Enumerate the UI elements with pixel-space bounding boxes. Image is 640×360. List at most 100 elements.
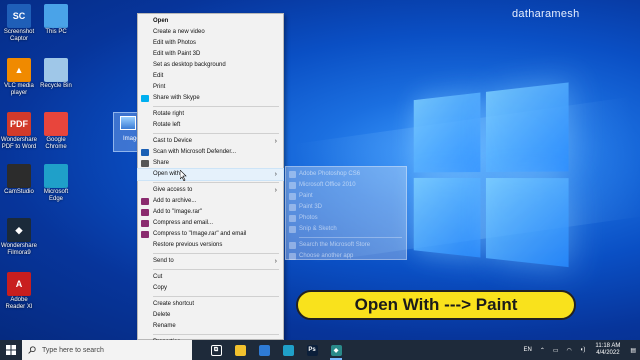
taskbar-button-edge-taskbar[interactable] xyxy=(276,340,300,360)
desktop-icon-label: Wondershare PDF to Word xyxy=(1,137,37,150)
chevron-right-icon: › xyxy=(274,258,277,265)
menu-separator xyxy=(153,133,279,134)
menu-item-open[interactable]: Open xyxy=(138,16,283,27)
menu-separator xyxy=(153,182,279,183)
menu-item-add-to-archive[interactable]: Add to archive... xyxy=(138,196,283,207)
desktop-icon-label: This PC xyxy=(45,29,67,35)
menu-item-print[interactable]: Print xyxy=(138,82,283,93)
screenshot-captor-icon: SC xyxy=(7,4,31,28)
adobe-reader-icon: A xyxy=(7,272,31,296)
winrar-icon xyxy=(141,209,149,216)
menu-item-restore-previous-versions[interactable]: Restore previous versions xyxy=(138,240,283,251)
menu-item-copy[interactable]: Copy xyxy=(138,283,283,294)
app-icon xyxy=(289,204,296,211)
taskbar-button-store[interactable] xyxy=(252,340,276,360)
menu-item-label: Scan with Microsoft Defender... xyxy=(153,149,237,155)
taskbar-button-filmora-taskbar[interactable]: ◆ xyxy=(324,340,348,360)
wifi-icon[interactable]: ◠ xyxy=(567,347,572,354)
submenu-item-microsoft-office-2010[interactable]: Microsoft Office 2010 xyxy=(286,180,406,191)
menu-item-scan-with-microsoft-defender[interactable]: Scan with Microsoft Defender... xyxy=(138,147,283,158)
submenu-item-label: Choose another app xyxy=(299,253,354,259)
submenu-item-adobe-photoshop-cs6[interactable]: Adobe Photoshop CS6 xyxy=(286,169,406,180)
desktop-icon-filmora[interactable]: ◆ Wondershare Filmora9 xyxy=(0,218,38,257)
clock-date: 4/4/2022 xyxy=(596,350,620,356)
start-button[interactable] xyxy=(0,340,22,360)
menu-item-edit[interactable]: Edit xyxy=(138,71,283,82)
chevron-right-icon: › xyxy=(274,171,277,178)
store-icon xyxy=(258,344,270,356)
windows-start-icon xyxy=(6,345,16,355)
menu-item-share[interactable]: Share xyxy=(138,158,283,169)
menu-item-label: Set as desktop background xyxy=(153,62,226,68)
taskbar: Type here to search ⧉ Ps ◆ EN ⌃ ▭ ◠ ◖) 11:… xyxy=(0,340,640,360)
menu-item-rotate-left[interactable]: Rotate left xyxy=(138,120,283,131)
taskbar-clock[interactable]: 11:18 AM 4/4/2022 xyxy=(595,343,620,357)
menu-item-compress-to-image-rar-and-email[interactable]: Compress to "Image.rar" and email xyxy=(138,229,283,240)
menu-item-label: Cut xyxy=(153,274,163,280)
menu-item-compress-and-email[interactable]: Compress and email... xyxy=(138,218,283,229)
notifications-icon[interactable]: ▤ xyxy=(630,347,636,354)
submenu-item-paint-3d[interactable]: Paint 3D xyxy=(286,202,406,213)
desktop[interactable]: datharamesh SC Screenshot Captor This PC ▲ V… xyxy=(0,0,640,340)
open-with-paint-banner: Open With ---> Paint xyxy=(296,290,576,320)
menu-item-delete[interactable]: Delete xyxy=(138,310,283,321)
language-indicator[interactable]: EN xyxy=(524,347,532,353)
desktop-icon-screenshot-captor[interactable]: SC Screenshot Captor xyxy=(0,4,38,43)
menu-item-label: Create a new video xyxy=(153,29,205,35)
menu-item-label: Edit xyxy=(153,73,164,79)
taskbar-button-file-explorer[interactable] xyxy=(228,340,252,360)
menu-separator xyxy=(153,269,279,270)
menu-item-create-shortcut[interactable]: Create shortcut xyxy=(138,299,283,310)
skype-icon xyxy=(141,95,149,102)
menu-item-cast-to-device[interactable]: Cast to Device › xyxy=(138,136,283,147)
submenu-item-snip-sketch[interactable]: Snip & Sketch xyxy=(286,224,406,235)
winrar-icon xyxy=(141,220,149,227)
image-file-icon xyxy=(120,116,136,130)
file-explorer-icon xyxy=(234,344,246,356)
desktop-icon-adobe-reader[interactable]: A Adobe Reader XI xyxy=(0,272,38,311)
volume-icon[interactable]: ◖) xyxy=(580,347,586,353)
menu-item-edit-with-photos[interactable]: Edit with Photos xyxy=(138,38,283,49)
menu-item-send-to[interactable]: Send to › xyxy=(138,256,283,267)
desktop-icon-camstudio[interactable]: CamStudio xyxy=(0,164,38,196)
taskbar-button-photoshop[interactable]: Ps xyxy=(300,340,324,360)
desktop-icon-recycle-bin[interactable]: Recycle Bin xyxy=(37,58,75,90)
taskbar-button-task-view[interactable]: ⧉ xyxy=(204,340,228,360)
submenu-item-label: Paint 3D xyxy=(299,204,323,210)
defender-icon xyxy=(141,149,149,156)
taskbar-search-box[interactable]: Type here to search xyxy=(22,340,192,360)
chevron-right-icon: › xyxy=(274,138,277,145)
desktop-icon-this-pc[interactable]: This PC xyxy=(37,4,75,36)
winrar-icon xyxy=(141,198,149,205)
chrome-icon xyxy=(44,112,68,136)
submenu-item-choose-another-app[interactable]: Choose another app xyxy=(286,251,406,262)
menu-item-give-access-to[interactable]: Give access to › xyxy=(138,185,283,196)
menu-item-create-a-new-video[interactable]: Create a new video xyxy=(138,27,283,38)
menu-item-rotate-right[interactable]: Rotate right xyxy=(138,109,283,120)
chevron-up-icon[interactable]: ⌃ xyxy=(540,347,545,354)
menu-item-add-to-image-rar[interactable]: Add to "Image.rar" xyxy=(138,207,283,218)
app-icon xyxy=(289,182,296,189)
desktop-icon-chrome[interactable]: Google Chrome xyxy=(37,112,75,151)
clock-time: 11:18 AM xyxy=(595,343,621,349)
submenu-item-paint[interactable]: Paint xyxy=(286,191,406,202)
menu-item-set-as-desktop-background[interactable]: Set as desktop background xyxy=(138,60,283,71)
submenu-item-search-the-microsoft-store[interactable]: Search the Microsoft Store xyxy=(286,240,406,251)
search-placeholder: Type here to search xyxy=(42,346,104,354)
menu-item-open-with[interactable]: Open with › xyxy=(137,168,284,181)
desktop-icon-label: CamStudio xyxy=(4,189,34,195)
desktop-icon-pdf-to-word[interactable]: PDF Wondershare PDF to Word xyxy=(0,112,38,151)
submenu-item-label: Snip & Sketch xyxy=(299,226,337,232)
desktop-icon-edge[interactable]: Microsoft Edge xyxy=(37,164,75,203)
menu-item-rename[interactable]: Rename xyxy=(138,321,283,332)
menu-item-share-with-skype[interactable]: Share with Skype xyxy=(138,93,283,104)
open-with-submenu: Adobe Photoshop CS6 Microsoft Office 2010… xyxy=(285,166,407,260)
menu-item-cut[interactable]: Cut xyxy=(138,272,283,283)
mouse-cursor-icon xyxy=(180,170,187,181)
submenu-item-photos[interactable]: Photos xyxy=(286,213,406,224)
menu-item-label: Edit with Photos xyxy=(153,40,197,46)
this-pc-icon xyxy=(44,4,68,28)
battery-icon[interactable]: ▭ xyxy=(553,347,559,354)
desktop-icon-vlc[interactable]: ▲ VLC media player xyxy=(0,58,38,97)
menu-item-edit-with-paint-3d[interactable]: Edit with Paint 3D xyxy=(138,49,283,60)
